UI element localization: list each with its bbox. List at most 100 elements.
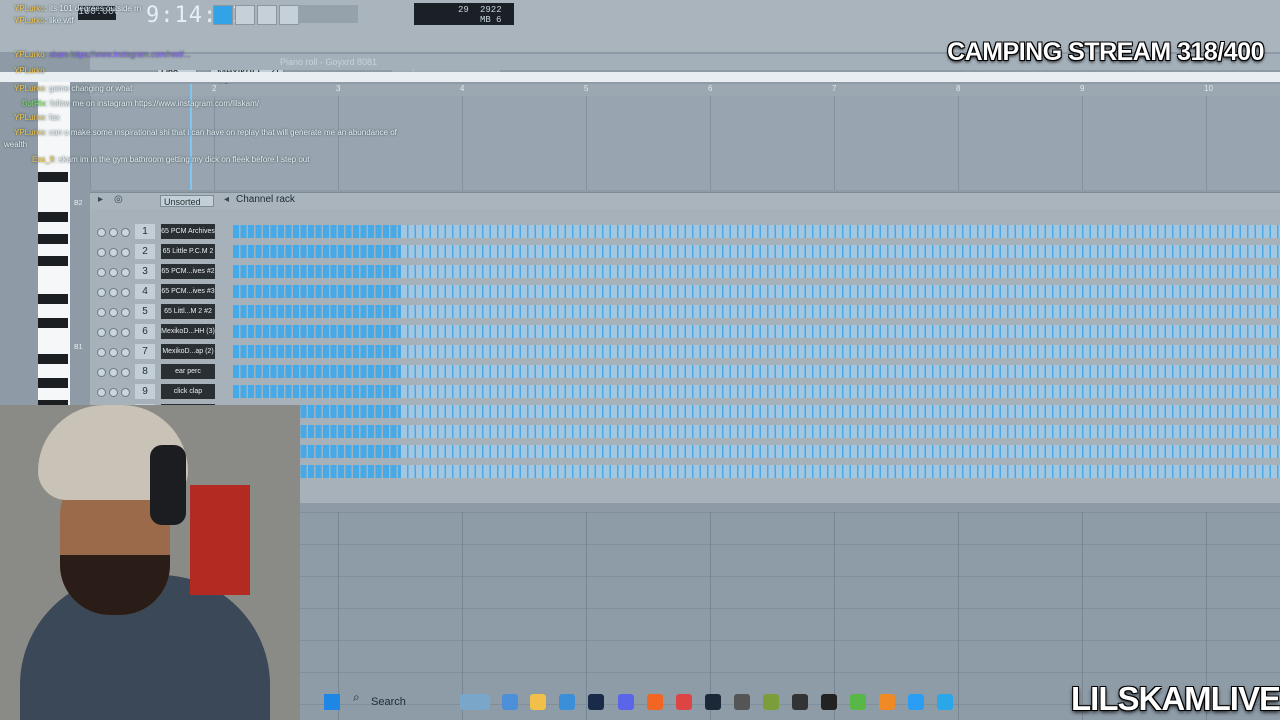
channel-row[interactable]: 3 65 PCM...ives #2 xyxy=(90,263,1280,281)
channel-number[interactable]: 7 xyxy=(135,344,155,359)
channel-mute-led[interactable] xyxy=(97,328,106,337)
channel-name-button[interactable]: 65 Little P.C.M 2 xyxy=(161,244,215,259)
step-sequencer[interactable] xyxy=(233,405,1280,418)
channel-volume-knob[interactable] xyxy=(121,228,130,237)
channel-pan-knob[interactable] xyxy=(109,308,118,317)
steam-icon[interactable] xyxy=(705,694,721,710)
app-icon[interactable] xyxy=(763,694,779,710)
channel-number[interactable]: 6 xyxy=(135,324,155,339)
black-key[interactable] xyxy=(38,212,68,222)
step-sequencer-inactive[interactable] xyxy=(401,365,1280,378)
pattern-mode-icon[interactable] xyxy=(213,5,233,25)
taskbar-search[interactable]: ⌕ Search xyxy=(345,690,445,714)
channel-pan-knob[interactable] xyxy=(109,348,118,357)
step-sequencer[interactable] xyxy=(233,465,1280,478)
black-key[interactable] xyxy=(38,172,68,182)
photoshop-icon[interactable] xyxy=(588,694,604,710)
widgets-icon[interactable] xyxy=(460,694,490,710)
black-key[interactable] xyxy=(38,378,68,388)
4k-icon[interactable] xyxy=(792,694,808,710)
step-sequencer-inactive[interactable] xyxy=(401,345,1280,358)
channel-number[interactable]: 5 xyxy=(135,304,155,319)
channel-mute-led[interactable] xyxy=(97,288,106,297)
step-sequencer[interactable] xyxy=(233,385,1280,398)
file-explorer-icon[interactable] xyxy=(530,694,546,710)
step-sequencer-inactive[interactable] xyxy=(401,245,1280,258)
channel-mute-led[interactable] xyxy=(97,228,106,237)
discord-icon[interactable] xyxy=(618,694,634,710)
channel-pan-knob[interactable] xyxy=(109,328,118,337)
step-sequencer-inactive[interactable] xyxy=(401,265,1280,278)
channel-mute-led[interactable] xyxy=(97,368,106,377)
play-arrow-icon[interactable]: ▸ xyxy=(98,194,103,205)
step-sequencer-inactive[interactable] xyxy=(401,445,1280,458)
app-icon[interactable] xyxy=(821,694,837,710)
step-sequencer-inactive[interactable] xyxy=(401,285,1280,298)
step-sequencer[interactable] xyxy=(233,365,1280,378)
step-sequencer-inactive[interactable] xyxy=(401,385,1280,398)
step-sequencer[interactable] xyxy=(233,245,1280,258)
app-icon[interactable] xyxy=(734,694,750,710)
channel-volume-knob[interactable] xyxy=(121,288,130,297)
black-key[interactable] xyxy=(38,234,68,244)
notepad-icon[interactable] xyxy=(937,694,953,710)
channel-row[interactable]: 6 MexikoD...HH (3) xyxy=(90,323,1280,341)
brave-icon[interactable] xyxy=(647,694,663,710)
piano-roll-grid[interactable] xyxy=(90,96,1280,190)
channel-mute-led[interactable] xyxy=(97,248,106,257)
timeline-ruler[interactable]: 2 3 4 5 6 7 8 9 10 xyxy=(90,84,1280,96)
step-sequencer[interactable] xyxy=(233,445,1280,458)
channel-mute-led[interactable] xyxy=(97,308,106,317)
channel-pan-knob[interactable] xyxy=(109,388,118,397)
channel-volume-knob[interactable] xyxy=(121,268,130,277)
copilot-icon[interactable] xyxy=(502,694,518,710)
channel-name-button[interactable]: 65 PCM...ives #3 xyxy=(161,284,215,299)
channel-pan-knob[interactable] xyxy=(109,248,118,257)
black-key[interactable] xyxy=(38,354,68,364)
channel-number[interactable]: 4 xyxy=(135,284,155,299)
channel-volume-knob[interactable] xyxy=(121,368,130,377)
channel-row[interactable]: 7 MexikoD...ap (2) xyxy=(90,343,1280,361)
channel-number[interactable]: 1 xyxy=(135,224,155,239)
view-toggle-icon[interactable]: ◂ xyxy=(224,194,229,205)
step-sequencer[interactable] xyxy=(233,325,1280,338)
channel-volume-knob[interactable] xyxy=(121,328,130,337)
windows-start-icon[interactable] xyxy=(324,694,340,710)
app-icon[interactable] xyxy=(908,694,924,710)
channel-number[interactable]: 3 xyxy=(135,264,155,279)
step-sequencer-inactive[interactable] xyxy=(401,465,1280,478)
step-sequencer-inactive[interactable] xyxy=(401,405,1280,418)
song-mode-icon[interactable] xyxy=(235,5,255,25)
step-sequencer[interactable] xyxy=(233,285,1280,298)
store-icon[interactable] xyxy=(559,694,575,710)
channel-row[interactable]: 8 ear perc xyxy=(90,363,1280,381)
channel-volume-knob[interactable] xyxy=(121,388,130,397)
metronome-icon[interactable] xyxy=(257,5,277,25)
app-icon[interactable] xyxy=(850,694,866,710)
channel-pan-knob[interactable] xyxy=(109,228,118,237)
channel-pan-knob[interactable] xyxy=(109,368,118,377)
channel-name-button[interactable]: 65 PCM...ives #2 xyxy=(161,264,215,279)
channel-number[interactable]: 8 xyxy=(135,364,155,379)
channel-row[interactable]: 9 click clap xyxy=(90,383,1280,401)
step-sequencer[interactable] xyxy=(233,225,1280,238)
channel-name-button[interactable]: click clap xyxy=(161,384,215,399)
channel-mute-led[interactable] xyxy=(97,388,106,397)
record-icon[interactable] xyxy=(279,5,299,25)
step-sequencer[interactable] xyxy=(233,305,1280,318)
step-sequencer[interactable] xyxy=(233,265,1280,278)
black-key[interactable] xyxy=(38,318,68,328)
channel-pan-knob[interactable] xyxy=(109,268,118,277)
black-key[interactable] xyxy=(38,256,68,266)
step-sequencer-inactive[interactable] xyxy=(401,425,1280,438)
black-key[interactable] xyxy=(38,294,68,304)
channel-volume-knob[interactable] xyxy=(121,348,130,357)
channel-volume-knob[interactable] xyxy=(121,248,130,257)
channel-row[interactable]: 2 65 Little P.C.M 2 xyxy=(90,243,1280,261)
step-sequencer-inactive[interactable] xyxy=(401,325,1280,338)
channel-name-button[interactable]: 65 Littl...M 2 #2 xyxy=(161,304,215,319)
opera-icon[interactable] xyxy=(676,694,692,710)
step-sequencer[interactable] xyxy=(233,345,1280,358)
settings-icon[interactable]: ◎ xyxy=(114,194,123,205)
channel-name-button[interactable]: MexikoD...HH (3) xyxy=(161,324,215,339)
